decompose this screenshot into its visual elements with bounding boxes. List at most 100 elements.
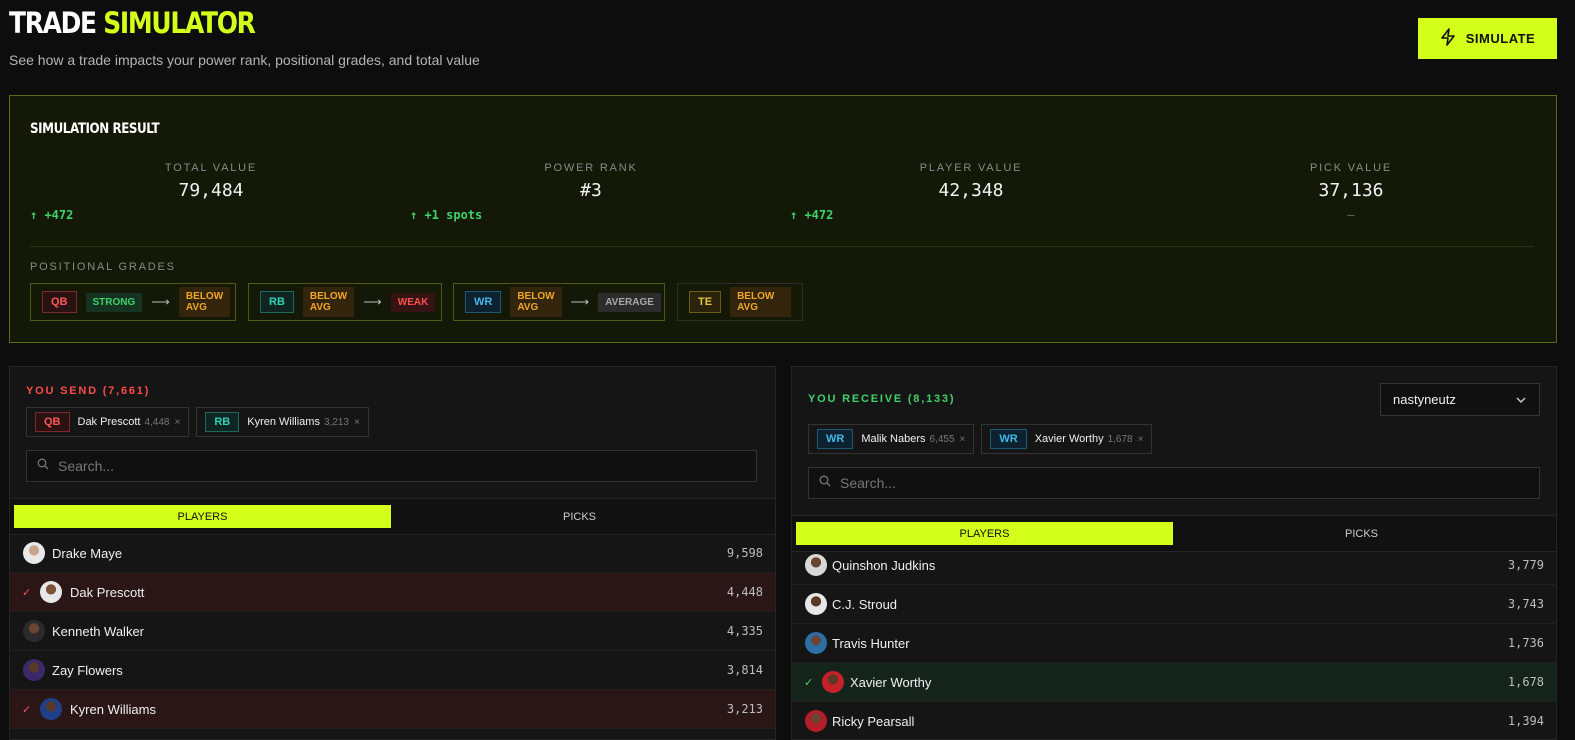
- player-value: 3,213: [726, 702, 763, 716]
- player-row[interactable]: Zay Flowers 3,814: [10, 651, 775, 690]
- remove-icon[interactable]: ×: [960, 434, 966, 445]
- search-placeholder: Search...: [58, 458, 115, 474]
- stat-player-value: PLAYER VALUE 42,348 ↑ +472: [790, 162, 1152, 232]
- player-row[interactable]: Travis Hunter 1,736: [792, 624, 1556, 663]
- simulation-result-panel: SIMULATION RESULT TOTAL VALUE 79,484 ↑ +…: [9, 95, 1557, 343]
- player-row[interactable]: Quinshon Judkins 3,779: [792, 546, 1556, 585]
- player-row[interactable]: ✓ Xavier Worthy 1,678: [792, 663, 1556, 702]
- stat-power-rank: POWER RANK #3 ↑ +1 spots: [410, 162, 772, 232]
- arrow-right-icon: ⟶: [363, 294, 382, 309]
- search-icon: [819, 474, 831, 492]
- tab-picks[interactable]: PICKS: [1173, 522, 1550, 545]
- stat-delta: ↑ +1 spots: [410, 208, 483, 222]
- player-row[interactable]: ✓ Dak Prescott 4,448: [10, 573, 775, 612]
- chip-name: Kyren Williams: [247, 416, 320, 428]
- chevron-down-icon: [1515, 391, 1527, 409]
- stat-value: 42,348: [938, 180, 1004, 201]
- receive-heading: YOU RECEIVE (8,133): [808, 393, 956, 405]
- send-player-list: Drake Maye 9,598 ✓ Dak Prescott 4,448 Ke…: [10, 534, 775, 729]
- send-search-input[interactable]: Search...: [26, 450, 757, 482]
- chip-name: Malik Nabers: [861, 433, 926, 445]
- player-row[interactable]: C.J. Stroud 3,743: [792, 585, 1556, 624]
- avatar: [23, 659, 45, 681]
- chip-name: Dak Prescott: [77, 416, 141, 428]
- selected-player-chip[interactable]: QB Dak Prescott 4,448 ×: [26, 407, 190, 437]
- player-name: Kenneth Walker: [52, 623, 145, 639]
- chip-value: 6,455: [929, 433, 955, 445]
- player-name: Ricky Pearsall: [832, 713, 915, 729]
- grade-to: AVERAGE: [598, 292, 661, 312]
- remove-icon[interactable]: ×: [354, 417, 360, 428]
- player-value: 1,736: [1507, 636, 1544, 650]
- avatar: [40, 581, 62, 603]
- check-icon: ✓: [22, 586, 32, 599]
- team-select-value: nastyneutz: [1393, 392, 1456, 407]
- avatar: [822, 671, 844, 693]
- simulate-button[interactable]: SIMULATE: [1418, 18, 1557, 59]
- grade-te: TE BELOW AVG: [677, 283, 803, 321]
- remove-icon[interactable]: ×: [1138, 434, 1144, 445]
- grade-from: BELOW AVG: [302, 287, 355, 317]
- chip-value: 4,448: [144, 416, 170, 428]
- player-value: 3,779: [1507, 558, 1544, 572]
- arrow-right-icon: ⟶: [151, 294, 170, 309]
- selected-player-chip[interactable]: WR Malik Nabers 6,455 ×: [808, 424, 975, 454]
- positional-grades-label: POSITIONAL GRADES: [30, 261, 176, 273]
- stat-value: #3: [580, 180, 602, 201]
- player-name: Dak Prescott: [70, 584, 145, 600]
- tab-players[interactable]: PLAYERS: [14, 505, 391, 528]
- position-badge: RB: [260, 291, 294, 313]
- position-badge: QB: [35, 412, 70, 432]
- grade-rb: RB BELOW AVG ⟶ WEAK: [248, 283, 442, 321]
- position-badge: TE: [689, 291, 722, 313]
- grade-from: BELOW AVG: [730, 287, 791, 317]
- avatar: [40, 698, 62, 720]
- grade-from: BELOW AVG: [510, 287, 562, 317]
- player-name: Kyren Williams: [70, 701, 156, 717]
- send-tabs: PLAYERS PICKS: [10, 498, 775, 535]
- player-value: 9,598: [726, 546, 763, 560]
- player-row[interactable]: Kenneth Walker 4,335: [10, 612, 775, 651]
- stat-delta: —: [1347, 208, 1355, 222]
- selected-player-chip[interactable]: RB Kyren Williams 3,213 ×: [196, 407, 369, 437]
- title-part-1: TRADE: [9, 6, 97, 40]
- page-subtitle: See how a trade impacts your power rank,…: [9, 52, 480, 68]
- page-title: TRADE SIMULATOR: [9, 6, 256, 40]
- player-value: 4,448: [726, 585, 763, 599]
- player-name: Xavier Worthy: [850, 674, 932, 690]
- stat-label: POWER RANK: [544, 162, 638, 174]
- remove-icon[interactable]: ×: [175, 417, 181, 428]
- player-name: Travis Hunter: [832, 635, 910, 651]
- player-row[interactable]: ✓ Kyren Williams 3,213: [10, 690, 775, 729]
- chip-value: 1,678: [1107, 433, 1133, 445]
- chip-name: Xavier Worthy: [1034, 433, 1104, 445]
- tab-players[interactable]: PLAYERS: [796, 522, 1173, 545]
- stat-label: PICK VALUE: [1310, 162, 1392, 174]
- avatar: [805, 710, 827, 732]
- stat-value: 79,484: [178, 180, 244, 201]
- player-row[interactable]: Drake Maye 9,598: [10, 534, 775, 573]
- player-name: Drake Maye: [52, 545, 123, 561]
- receive-search-input[interactable]: Search...: [808, 467, 1540, 499]
- player-value: 3,814: [726, 663, 763, 677]
- send-chips: QB Dak Prescott 4,448 × RB Kyren William…: [26, 407, 369, 437]
- stat-delta: ↑ +472: [790, 208, 834, 222]
- avatar: [805, 632, 827, 654]
- avatar: [23, 542, 45, 564]
- player-value: 1,678: [1507, 675, 1544, 689]
- grade-to: BELOW AVG: [178, 287, 231, 317]
- team-select[interactable]: nastyneutz: [1380, 383, 1540, 416]
- position-badge: WR: [465, 291, 502, 313]
- stat-label: PLAYER VALUE: [919, 162, 1023, 174]
- simulation-result-title: SIMULATION RESULT: [30, 121, 160, 137]
- grade-from: STRONG: [85, 292, 143, 312]
- avatar: [805, 554, 827, 576]
- lightning-icon: [1440, 28, 1456, 49]
- player-row[interactable]: Ricky Pearsall 1,394: [792, 702, 1556, 739]
- selected-player-chip[interactable]: WR Xavier Worthy 1,678 ×: [981, 424, 1153, 454]
- search-icon: [37, 457, 49, 475]
- tab-picks[interactable]: PICKS: [391, 505, 768, 528]
- search-placeholder: Search...: [840, 475, 897, 491]
- grade-wr: WR BELOW AVG ⟶ AVERAGE: [453, 283, 665, 321]
- position-badge: WR: [990, 429, 1027, 449]
